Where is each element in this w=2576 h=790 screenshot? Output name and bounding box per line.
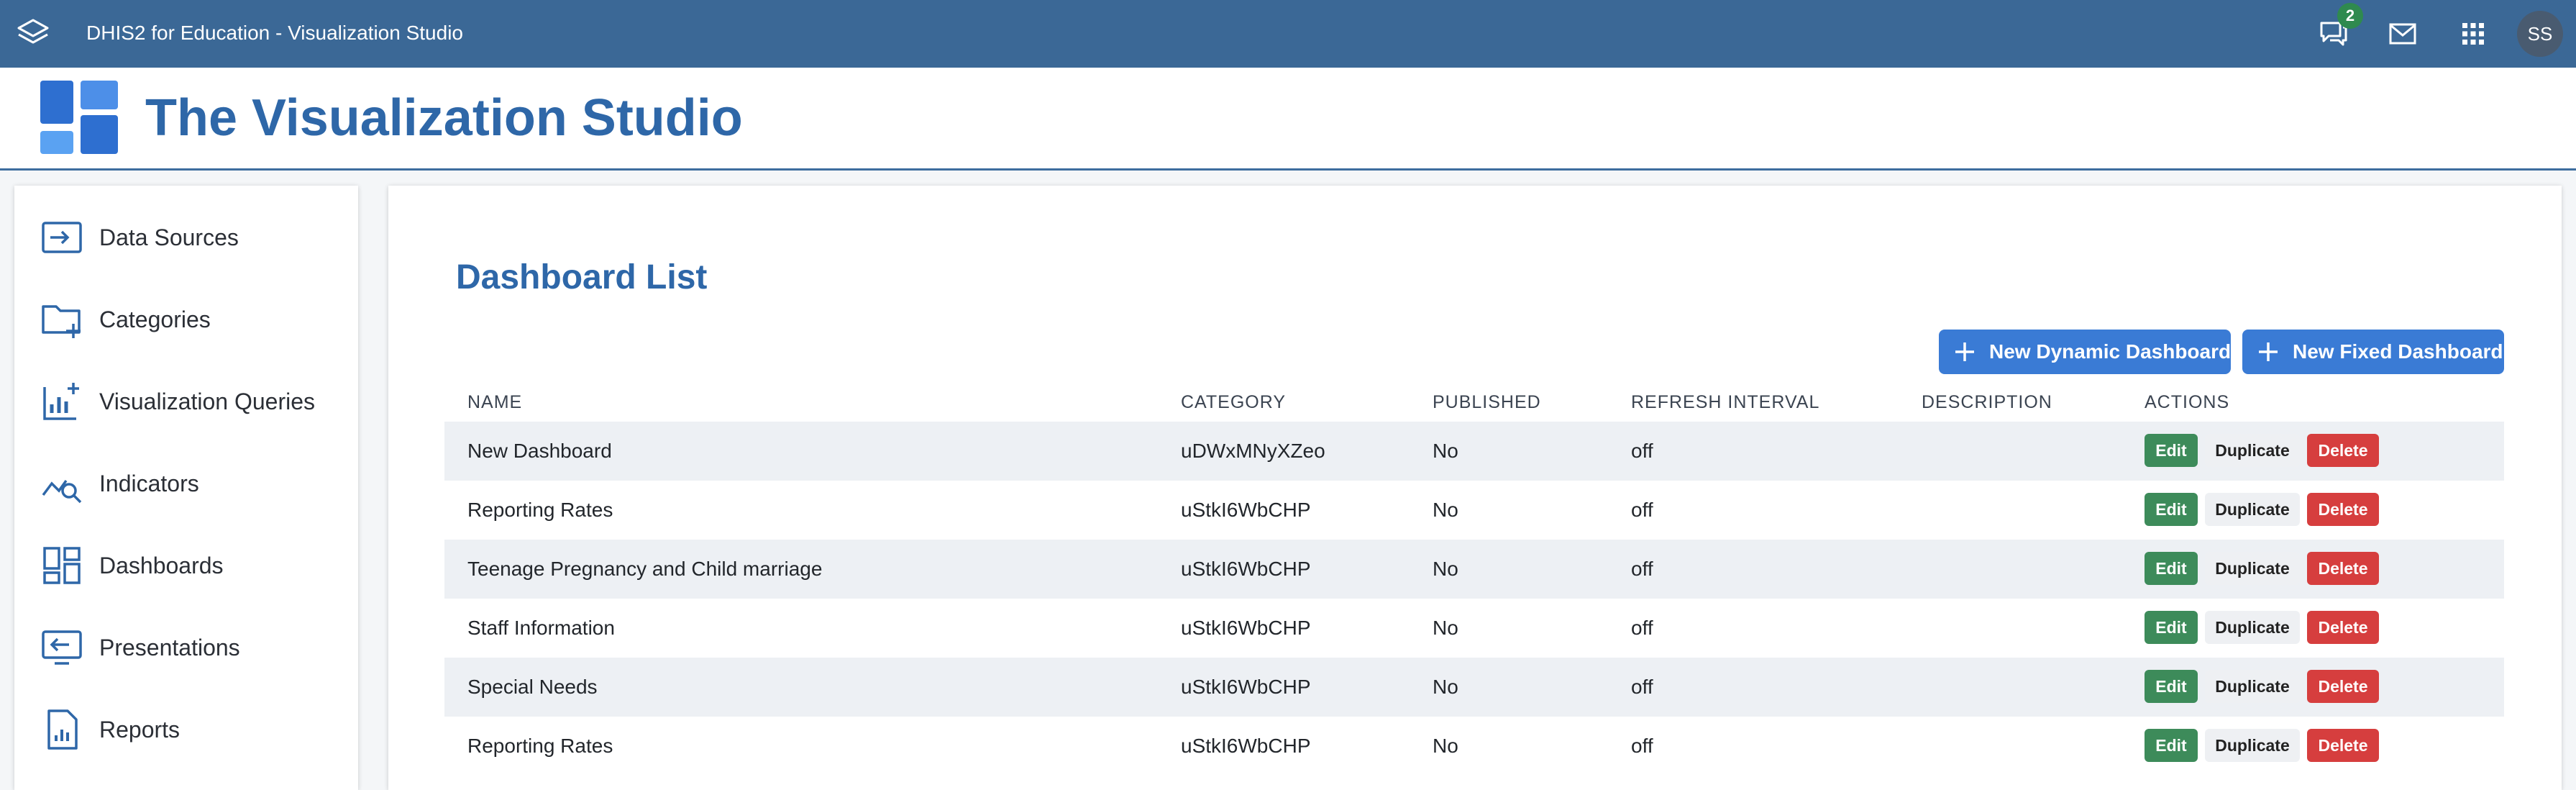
edit-button[interactable]: Edit [2145,670,2198,703]
table-row[interactable]: Teenage Pregnancy and Child marriage uSt… [444,540,2504,599]
duplicate-button[interactable]: Duplicate [2205,611,2300,644]
dashboard-list-panel: Dashboard List New Dynamic Dashboard New… [388,186,2562,790]
cell-refresh-interval: off [1631,676,1653,698]
delete-button[interactable]: Delete [2307,670,2379,703]
table-row[interactable]: Reporting Rates uStkI6WbCHP No off Edit … [444,481,2504,540]
cell-name: Staff Information [467,617,615,639]
cell-published: No [1433,440,1458,462]
column-header-category[interactable]: CATEGORY [1181,391,1286,413]
messages-badge: 2 [2337,3,2363,29]
duplicate-button[interactable]: Duplicate [2205,670,2300,703]
edit-button[interactable]: Edit [2145,611,2198,644]
cell-published: No [1433,676,1458,698]
duplicate-button[interactable]: Duplicate [2205,434,2300,467]
delete-button[interactable]: Delete [2307,729,2379,762]
new-fixed-dashboard-label: New Fixed Dashboard [2293,340,2503,363]
presentation-icon [42,630,82,665]
edit-button[interactable]: Edit [2145,434,2198,467]
duplicate-button[interactable]: Duplicate [2205,493,2300,526]
cell-category: uStkI6WbCHP [1181,735,1311,757]
cell-refresh-interval: off [1631,617,1653,639]
page-header: The Visualization Studio [0,68,2576,171]
column-header-description[interactable]: DESCRIPTION [1922,391,2052,413]
column-header-refresh-interval[interactable]: REFRESH INTERVAL [1631,391,1819,413]
delete-button[interactable]: Delete [2307,434,2379,467]
sidebar-item-label: Presentations [99,635,240,660]
data-source-icon [42,222,82,253]
dashboard-icon [43,547,81,584]
sidebar-item-label: Visualization Queries [99,389,316,414]
cell-name: Special Needs [467,676,598,698]
cell-published: No [1433,735,1458,757]
sidebar-item-label: Reports [99,717,181,743]
table-row[interactable]: Special Needs uStkI6WbCHP No off Edit Du… [444,658,2504,717]
column-header-name[interactable]: NAME [467,391,522,413]
app-title: DHIS2 for Education - Visualization Stud… [86,22,463,44]
studio-logo-icon [40,81,118,154]
sidebar-item-categories[interactable]: Categories [14,283,358,355]
report-icon [47,709,78,750]
delete-button[interactable]: Delete [2307,493,2379,526]
new-fixed-dashboard-button[interactable]: New Fixed Dashboard [2242,330,2504,374]
indicator-search-icon [42,479,82,504]
cell-category: uStkI6WbCHP [1181,676,1311,698]
user-avatar[interactable]: SS [2517,11,2563,57]
delete-button[interactable]: Delete [2307,611,2379,644]
duplicate-button[interactable]: Duplicate [2205,729,2300,762]
top-bar: DHIS2 for Education - Visualization Stud… [0,0,2576,68]
sidebar-item-reports[interactable]: Reports [14,694,358,766]
cell-published: No [1433,558,1458,580]
column-header-actions: ACTIONS [2145,392,2230,412]
plus-icon [2259,342,2278,361]
chart-add-icon [43,383,79,420]
delete-button[interactable]: Delete [2307,552,2379,585]
table-row[interactable]: Staff Information uStkI6WbCHP No off Edi… [444,599,2504,658]
column-header-published[interactable]: PUBLISHED [1433,391,1541,413]
plus-icon [1955,342,1974,361]
sidebar-item-label: Indicators [99,471,199,496]
page-title: The Visualization Studio [145,89,743,147]
sidebar-item-data-sources[interactable]: Data Sources [14,201,358,273]
new-dynamic-dashboard-label: New Dynamic Dashboard [1989,340,2232,363]
folder-add-icon [42,305,81,338]
sidebar: Data Sources Categories Visualization Qu… [14,186,358,790]
table-row[interactable]: New Dashboard uDWxMNyXZeo No off Edit Du… [444,422,2504,481]
app-logo-icon[interactable] [16,16,50,50]
cell-name: Reporting Rates [467,499,613,521]
duplicate-button[interactable]: Duplicate [2205,552,2300,585]
sidebar-item-label: Categories [99,307,211,332]
cell-category: uStkI6WbCHP [1181,617,1311,639]
cell-refresh-interval: off [1631,499,1653,521]
cell-published: No [1433,617,1458,639]
cell-published: No [1433,499,1458,521]
edit-button[interactable]: Edit [2145,729,2198,762]
cell-name: New Dashboard [467,440,612,462]
sidebar-item-indicators[interactable]: Indicators [14,448,358,519]
sidebar-item-dashboards[interactable]: Dashboards [14,530,358,601]
cell-category: uStkI6WbCHP [1181,558,1311,580]
cell-refresh-interval: off [1631,440,1653,462]
cell-refresh-interval: off [1631,735,1653,757]
edit-button[interactable]: Edit [2145,552,2198,585]
table-row[interactable]: Reporting Rates uStkI6WbCHP No off Edit … [444,717,2504,776]
cell-name: Teenage Pregnancy and Child marriage [467,558,823,580]
dashboard-list-title: Dashboard List [456,258,708,296]
sidebar-item-visualization-queries[interactable]: Visualization Queries [14,366,358,437]
cell-name: Reporting Rates [467,735,613,757]
sidebar-item-presentations[interactable]: Presentations [14,612,358,684]
new-dynamic-dashboard-button[interactable]: New Dynamic Dashboard [1939,330,2231,374]
cell-category: uStkI6WbCHP [1181,499,1311,521]
edit-button[interactable]: Edit [2145,493,2198,526]
cell-category: uDWxMNyXZeo [1181,440,1325,462]
sidebar-item-label: Data Sources [99,224,239,250]
mail-icon[interactable] [2385,16,2421,52]
apps-grid-icon[interactable] [2455,16,2491,52]
sidebar-item-label: Dashboards [99,553,224,578]
cell-refresh-interval: off [1631,558,1653,580]
